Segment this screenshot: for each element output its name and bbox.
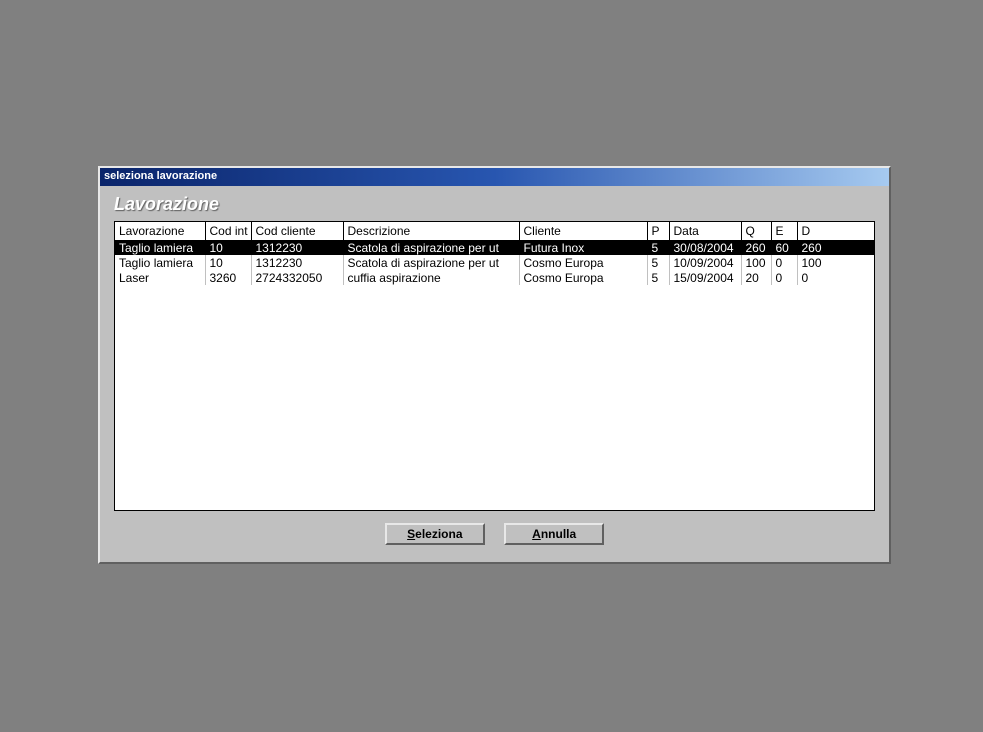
col-header-e[interactable]: E <box>771 222 797 240</box>
cell-data: 10/09/2004 <box>669 255 741 270</box>
cell-codint: 10 <box>205 240 251 255</box>
col-header-data[interactable]: Data <box>669 222 741 240</box>
dialog-titlebar[interactable]: seleziona lavorazione <box>100 168 889 186</box>
cell-cliente: Futura Inox <box>519 240 647 255</box>
cell-codint: 10 <box>205 255 251 270</box>
table-row[interactable]: Laser32602724332050cuffia aspirazioneCos… <box>115 270 875 285</box>
cell-data: 15/09/2004 <box>669 270 741 285</box>
cell-e: 0 <box>771 270 797 285</box>
grid-container: Lavorazione Cod int Cod cliente Descrizi… <box>114 221 875 511</box>
cell-lavorazione: Taglio lamiera <box>115 240 205 255</box>
col-header-q[interactable]: Q <box>741 222 771 240</box>
cell-q: 260 <box>741 240 771 255</box>
table-row[interactable]: Taglio lamiera101312230Scatola di aspira… <box>115 240 875 255</box>
cell-descrizione: cuffia aspirazione <box>343 270 519 285</box>
col-header-codint[interactable]: Cod int <box>205 222 251 240</box>
cell-descrizione: Scatola di aspirazione per ut <box>343 255 519 270</box>
cell-p: 5 <box>647 240 669 255</box>
dialog-window: seleziona lavorazione Lavorazione Lavora… <box>98 166 891 564</box>
cell-descrizione: Scatola di aspirazione per ut <box>343 240 519 255</box>
cell-e: 0 <box>771 255 797 270</box>
cell-e: 60 <box>771 240 797 255</box>
cell-codcliente: 1312230 <box>251 240 343 255</box>
cell-p: 5 <box>647 255 669 270</box>
cell-codcliente: 1312230 <box>251 255 343 270</box>
col-header-lavorazione[interactable]: Lavorazione <box>115 222 205 240</box>
cancel-button[interactable]: Annulla <box>504 523 604 545</box>
cell-lavorazione: Laser <box>115 270 205 285</box>
dialog-heading: Lavorazione <box>100 186 889 221</box>
cell-codint: 3260 <box>205 270 251 285</box>
cell-lavorazione: Taglio lamiera <box>115 255 205 270</box>
cell-codcliente: 2724332050 <box>251 270 343 285</box>
cell-cliente: Cosmo Europa <box>519 255 647 270</box>
select-button[interactable]: Seleziona <box>385 523 485 545</box>
cell-q: 100 <box>741 255 771 270</box>
cell-d: 100 <box>797 255 875 270</box>
cell-d: 260 <box>797 240 875 255</box>
cell-cliente: Cosmo Europa <box>519 270 647 285</box>
col-header-descrizione[interactable]: Descrizione <box>343 222 519 240</box>
col-header-d[interactable]: D <box>797 222 875 240</box>
col-header-p[interactable]: P <box>647 222 669 240</box>
table-row[interactable]: Taglio lamiera101312230Scatola di aspira… <box>115 255 875 270</box>
lavorazione-table: Lavorazione Cod int Cod cliente Descrizi… <box>115 222 875 285</box>
col-header-codcliente[interactable]: Cod cliente <box>251 222 343 240</box>
cell-p: 5 <box>647 270 669 285</box>
cell-d: 0 <box>797 270 875 285</box>
button-row: Seleziona Annulla <box>100 511 889 545</box>
table-header-row: Lavorazione Cod int Cod cliente Descrizi… <box>115 222 875 240</box>
cell-data: 30/08/2004 <box>669 240 741 255</box>
col-header-cliente[interactable]: Cliente <box>519 222 647 240</box>
cell-q: 20 <box>741 270 771 285</box>
